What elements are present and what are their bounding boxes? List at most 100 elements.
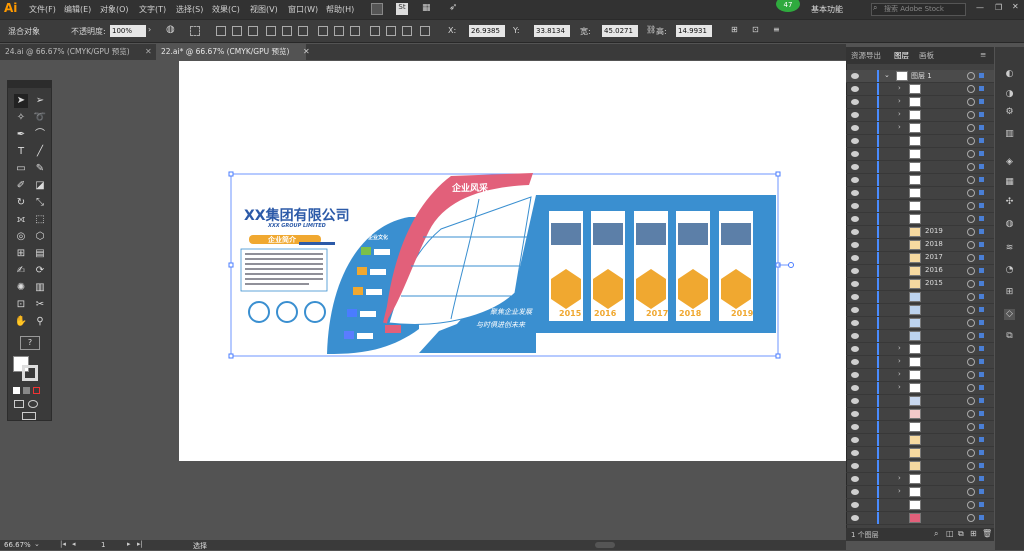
recolor-icon[interactable]: ◍ <box>166 24 175 35</box>
visibility-icon[interactable] <box>851 398 859 404</box>
target-icon[interactable] <box>967 85 975 93</box>
distribute-right-icon[interactable] <box>402 26 412 36</box>
selection-indicator[interactable] <box>979 463 984 468</box>
distribute-vcenter-icon[interactable] <box>334 26 344 36</box>
target-icon[interactable] <box>967 306 975 314</box>
visibility-icon[interactable] <box>851 268 859 274</box>
layer-row[interactable]: › <box>846 83 994 97</box>
menu-help[interactable]: 帮助(H) <box>326 4 354 15</box>
layer-row[interactable] <box>846 213 994 227</box>
width-tool-icon[interactable]: ⟗ <box>14 213 28 227</box>
layers-panel-icon[interactable]: ◇ <box>1004 309 1015 320</box>
visibility-icon[interactable] <box>851 151 859 157</box>
visibility-icon[interactable] <box>851 515 859 521</box>
color-guide-icon[interactable]: ◑ <box>1004 89 1015 100</box>
layer-row[interactable]: › <box>846 109 994 123</box>
none-mode-icon[interactable] <box>33 387 40 394</box>
slice-icon[interactable]: ✂ <box>33 298 47 312</box>
appearance-icon[interactable]: ◈ <box>1004 157 1015 168</box>
target-icon[interactable] <box>967 436 975 444</box>
target-icon[interactable] <box>967 267 975 275</box>
expand-icon[interactable]: › <box>898 383 901 391</box>
graphic-styles-icon[interactable]: ◍ <box>1004 219 1015 230</box>
target-icon[interactable] <box>967 293 975 301</box>
visibility-icon[interactable] <box>851 424 859 430</box>
swatches-icon[interactable]: ▦ <box>1004 177 1015 188</box>
selection-indicator[interactable] <box>979 242 984 247</box>
menu-file[interactable]: 文件(F) <box>29 4 56 15</box>
visibility-icon[interactable] <box>851 86 859 92</box>
target-icon[interactable] <box>967 501 975 509</box>
gradient-icon[interactable]: ▤ <box>33 247 47 261</box>
target-icon[interactable] <box>967 319 975 327</box>
visibility-icon[interactable] <box>851 346 859 352</box>
visibility-icon[interactable] <box>851 307 859 313</box>
target-icon[interactable] <box>967 423 975 431</box>
selection-indicator[interactable] <box>979 281 984 286</box>
visibility-icon[interactable] <box>851 190 859 196</box>
selection-indicator[interactable] <box>979 489 984 494</box>
hand-tool-icon[interactable]: ✋ <box>14 315 28 329</box>
layer-row[interactable] <box>846 330 994 344</box>
selection-indicator[interactable] <box>979 437 984 442</box>
selection-indicator[interactable] <box>979 333 984 338</box>
visibility-icon[interactable] <box>851 320 859 326</box>
pen-tool-icon[interactable]: ✒ <box>14 128 28 142</box>
layer-row[interactable] <box>846 187 994 201</box>
layer-row[interactable] <box>846 161 994 175</box>
target-icon[interactable] <box>967 111 975 119</box>
selection-indicator[interactable] <box>979 411 984 416</box>
visibility-icon[interactable] <box>851 476 859 482</box>
target-icon[interactable] <box>967 228 975 236</box>
layer-row[interactable]: › <box>846 486 994 500</box>
layer-row[interactable] <box>846 135 994 149</box>
visibility-icon[interactable] <box>851 489 859 495</box>
layer-row[interactable]: › <box>846 382 994 396</box>
prev-page-icon[interactable]: ◂ <box>72 540 76 548</box>
locate-object-icon[interactable]: ⌕ <box>934 529 938 539</box>
selection-indicator[interactable] <box>979 346 984 351</box>
align-left-icon[interactable] <box>216 26 226 36</box>
expand-icon[interactable]: › <box>898 110 901 118</box>
eraser-icon[interactable]: ◪ <box>33 179 47 193</box>
layer-row-2015[interactable]: 2015 <box>846 278 994 292</box>
zoom-dropdown-icon[interactable]: ⌄ <box>34 540 40 548</box>
artboard-icon[interactable]: ⊡ <box>14 298 28 312</box>
gradient-panel-icon[interactable]: ▥ <box>1004 129 1015 140</box>
last-page-icon[interactable]: ▸| <box>137 540 143 548</box>
layer-row[interactable]: › <box>846 369 994 383</box>
visibility-icon[interactable] <box>851 385 859 391</box>
stock-icon[interactable]: St <box>396 3 408 15</box>
blend-icon[interactable]: ⟳ <box>33 264 47 278</box>
target-icon[interactable] <box>967 397 975 405</box>
distribute-top-icon[interactable] <box>318 26 328 36</box>
selection-indicator[interactable] <box>979 190 984 195</box>
selection-indicator[interactable] <box>979 502 984 507</box>
visibility-icon[interactable] <box>851 502 859 508</box>
selection-indicator[interactable] <box>979 294 984 299</box>
selection-indicator[interactable] <box>979 164 984 169</box>
layer-row[interactable]: › <box>846 96 994 110</box>
menu-effect[interactable]: 效果(C) <box>212 4 240 15</box>
selection-indicator[interactable] <box>979 151 984 156</box>
selection-indicator[interactable] <box>979 515 984 520</box>
visibility-icon[interactable] <box>851 281 859 287</box>
expand-icon[interactable]: › <box>898 487 901 495</box>
width-input[interactable]: 45.0271 <box>602 25 638 37</box>
target-icon[interactable] <box>967 449 975 457</box>
layer-row[interactable] <box>846 200 994 214</box>
first-page-icon[interactable]: |◂ <box>60 540 66 548</box>
visibility-icon[interactable] <box>851 229 859 235</box>
layer-row[interactable]: › <box>846 473 994 487</box>
layer-row[interactable] <box>846 408 994 422</box>
artboards-panel-icon[interactable]: ⧉ <box>1004 331 1015 342</box>
brushes-icon[interactable]: ✣ <box>1004 197 1015 208</box>
visibility-icon[interactable] <box>851 125 859 131</box>
selection-indicator[interactable] <box>979 372 984 377</box>
select-similar-icon[interactable] <box>190 26 200 36</box>
color-panel-icon[interactable]: ◐ <box>1004 69 1015 80</box>
direct-selection-icon[interactable]: ➢ <box>33 94 47 108</box>
expand-icon[interactable]: › <box>898 474 901 482</box>
layer-row[interactable] <box>846 304 994 318</box>
distribute-hcenter-icon[interactable] <box>386 26 396 36</box>
